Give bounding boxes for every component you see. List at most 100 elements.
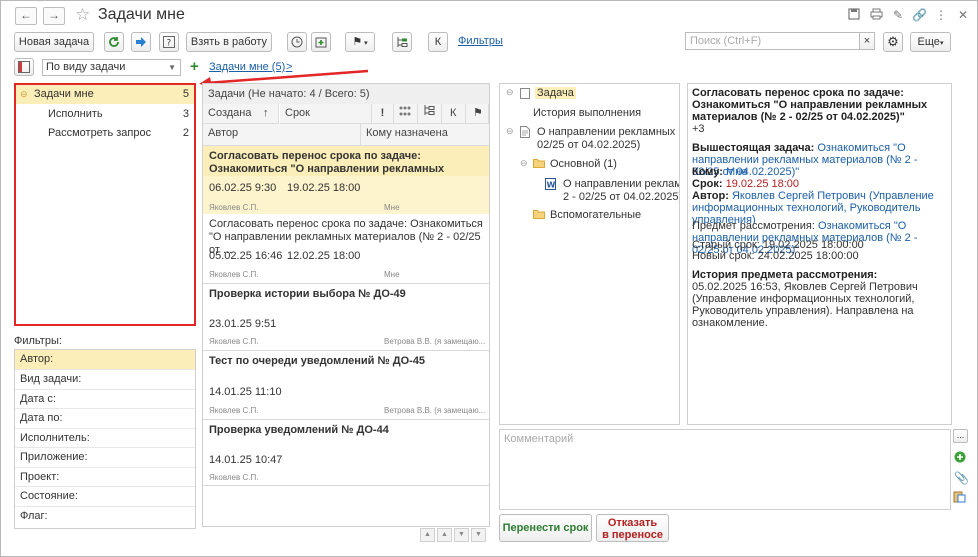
filter-project[interactable]: Проект: bbox=[15, 468, 195, 487]
scroll-up-button[interactable]: ▲ bbox=[437, 528, 452, 542]
task-row[interactable]: Тест по очереди уведомлений № ДО-45 14.0… bbox=[203, 351, 489, 420]
group-row-all[interactable]: ⊖ Задачи мне 5 bbox=[16, 85, 194, 104]
link-icon[interactable]: 🔗 bbox=[912, 8, 927, 22]
filter-author[interactable]: Автор: bbox=[15, 350, 195, 370]
flag-icon: ⚑ bbox=[352, 36, 363, 48]
detail-to-label: Кому: bbox=[692, 166, 723, 178]
tree-toggle-button[interactable] bbox=[392, 32, 412, 52]
detail-new-due-label: Новый срок: bbox=[692, 250, 755, 262]
task-created: 14.01.25 11:10 bbox=[209, 386, 282, 398]
more-vertical-icon[interactable]: ⋮ bbox=[934, 8, 948, 22]
collapse-icon[interactable]: ⊖ bbox=[506, 87, 514, 98]
column-attachments[interactable] bbox=[394, 104, 418, 124]
comment-more-button[interactable]: ... bbox=[953, 429, 968, 443]
tree-item-file[interactable]: О направлении рекламны bbox=[563, 178, 679, 190]
task-list: Задачи (Не начато: 4 / Всего: 5) Создана… bbox=[202, 83, 490, 527]
save-icon[interactable] bbox=[847, 8, 861, 22]
more-button[interactable]: Еще▾ bbox=[910, 32, 951, 52]
tree-item-document[interactable]: О направлении рекламных мате bbox=[537, 126, 679, 138]
task-row[interactable]: Проверка истории выбора № ДО-49 23.01.25… bbox=[203, 284, 489, 351]
forward-arrow-button[interactable] bbox=[131, 32, 151, 52]
filters-link[interactable]: Фильтры bbox=[458, 35, 503, 47]
detail-to-link[interactable]: Мне bbox=[726, 166, 747, 178]
refuse-postpone-button[interactable]: Отказать в переносе bbox=[596, 514, 669, 542]
filter-date-to[interactable]: Дата по: bbox=[15, 409, 195, 429]
task-row[interactable]: Согласовать перенос срока по задаче: Озн… bbox=[203, 146, 489, 214]
sort-asc-icon: ↑ bbox=[263, 107, 269, 119]
postpone-button[interactable]: Перенести срок bbox=[499, 514, 592, 542]
tree-item-task[interactable]: Задача bbox=[535, 87, 576, 99]
task-created: 14.01.25 10:47 bbox=[209, 454, 283, 466]
filter-executor[interactable]: Исполнитель: bbox=[15, 429, 195, 448]
group-row-execute[interactable]: Исполнить 3 bbox=[16, 105, 194, 124]
filter-task-type[interactable]: Вид задачи: bbox=[15, 370, 195, 390]
task-row[interactable]: Согласовать перенос срока по задаче: Озн… bbox=[203, 214, 489, 284]
refresh-button[interactable] bbox=[104, 32, 124, 52]
flag-dropdown-button[interactable]: ⚑ ▾ bbox=[345, 32, 375, 52]
detail-parent-label: Вышестоящая задача: bbox=[692, 142, 815, 154]
svg-text:W: W bbox=[547, 181, 556, 190]
svg-text:?: ? bbox=[167, 39, 172, 49]
take-to-work-button[interactable]: Взять в работу bbox=[186, 32, 272, 52]
scroll-down-button[interactable]: ▼ bbox=[454, 528, 469, 542]
attachments-tree: ⊖ Задача История выполнения ⊖ О направле… bbox=[499, 83, 680, 425]
detail-history-text: 05.02.2025 16:53, Яковлев Сергей Петрови… bbox=[692, 281, 918, 329]
grouping-select-value: По виду задачи bbox=[46, 61, 126, 73]
settings-button[interactable]: ⚙ bbox=[883, 32, 903, 52]
task-due: 12.02.25 18:00 bbox=[287, 250, 361, 262]
chevron-down-icon: ▼ bbox=[168, 63, 176, 72]
refuse-label-line1: Отказать bbox=[607, 517, 658, 529]
favorite-star-icon[interactable]: ☆ bbox=[75, 5, 90, 25]
new-task-button[interactable]: Новая задача bbox=[14, 32, 94, 52]
add-picture-button[interactable] bbox=[311, 32, 331, 52]
paste-icon[interactable] bbox=[953, 490, 966, 506]
group-count: 2 bbox=[182, 127, 189, 139]
print-icon[interactable] bbox=[869, 8, 883, 22]
help-button[interactable]: ? bbox=[159, 32, 179, 52]
filter-date-from[interactable]: Дата с: bbox=[15, 390, 195, 409]
group-count: 3 bbox=[182, 108, 189, 120]
column-created[interactable]: Создана ↑ bbox=[203, 104, 279, 124]
k-button[interactable]: К bbox=[428, 32, 448, 52]
scroll-bottom-button[interactable]: ▼ bbox=[471, 528, 486, 542]
tree-item-aux-folder[interactable]: Вспомогательные bbox=[550, 209, 641, 221]
clock-button[interactable] bbox=[287, 32, 307, 52]
grouping-select[interactable]: По виду задачи ▼ bbox=[42, 59, 181, 76]
comment-input[interactable]: Комментарий bbox=[499, 429, 951, 510]
column-flag[interactable]: ⚑ bbox=[466, 104, 489, 124]
back-button[interactable]: ← bbox=[15, 7, 37, 25]
collapse-icon[interactable]: ⊖ bbox=[20, 85, 28, 104]
group-row-review[interactable]: Рассмотреть запрос 2 bbox=[16, 124, 194, 143]
forward-button[interactable]: → bbox=[43, 7, 65, 25]
detail-due-label: Срок: bbox=[692, 178, 723, 190]
column-importance[interactable]: ! bbox=[372, 104, 394, 124]
panel-layout-button[interactable] bbox=[14, 58, 34, 76]
task-row[interactable]: Проверка уведомлений № ДО-44 14.01.25 10… bbox=[203, 420, 489, 486]
collapse-icon[interactable]: ⊖ bbox=[506, 126, 514, 137]
column-assigned[interactable]: Кому назначена bbox=[361, 124, 489, 146]
column-author[interactable]: Автор bbox=[203, 124, 361, 146]
task-assignee: Ветрова В.В. (я замещаю... bbox=[384, 337, 486, 346]
search-clear-button[interactable]: × bbox=[859, 32, 875, 50]
tree-item-history[interactable]: История выполнения bbox=[533, 107, 641, 119]
filter-attachment[interactable]: Приложение: bbox=[15, 448, 195, 468]
task-assignee: Мне bbox=[384, 270, 400, 279]
tree-item-document-line2: 02/25 от 04.02.2025) bbox=[537, 139, 641, 151]
filter-flag[interactable]: Флаг: bbox=[15, 507, 195, 527]
add-circle-icon[interactable] bbox=[954, 451, 966, 466]
edit-icon[interactable]: ✎ bbox=[891, 8, 905, 22]
tree-item-main-folder[interactable]: Основной (1) bbox=[550, 158, 617, 170]
task-author: Яковлев С.П. bbox=[209, 337, 259, 346]
column-tree[interactable] bbox=[418, 104, 442, 124]
paperclip-icon[interactable]: 📎 bbox=[954, 471, 969, 485]
detail-more-count[interactable]: +3 bbox=[692, 123, 948, 135]
collapse-icon[interactable]: ⊖ bbox=[520, 158, 528, 169]
filter-state[interactable]: Состояние: bbox=[15, 487, 195, 507]
task-list-header: Задачи (Не начато: 4 / Всего: 5) bbox=[203, 84, 489, 104]
column-k[interactable]: К bbox=[442, 104, 466, 124]
search-input[interactable]: Поиск (Ctrl+F) bbox=[685, 32, 860, 50]
more-label: Еще bbox=[917, 36, 940, 48]
scroll-top-button[interactable]: ▲ bbox=[420, 528, 435, 542]
close-icon[interactable]: ✕ bbox=[956, 8, 970, 22]
column-due[interactable]: Срок bbox=[280, 104, 372, 124]
